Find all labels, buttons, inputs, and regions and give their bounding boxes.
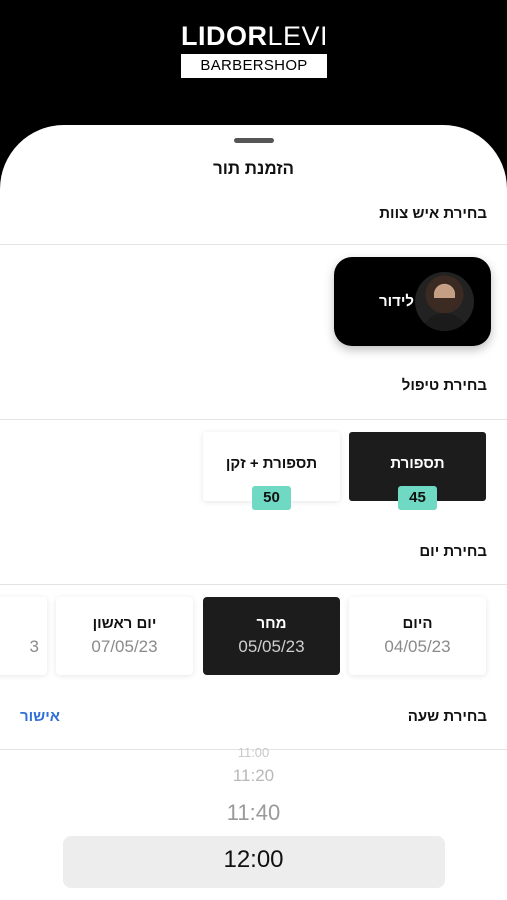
day-name: יום ראשון: [92, 615, 157, 632]
day-section-label: בחירת יום: [419, 543, 487, 560]
time-option[interactable]: 11:40: [0, 800, 507, 826]
booking-sheet: הזמנת תור בחירת איש צוות לידור בחירת טיפ…: [0, 125, 507, 900]
service-price-badge: 50: [252, 486, 291, 510]
brand-name: LIDORLEVI: [181, 21, 329, 51]
divider: [0, 584, 507, 585]
day-name: היום: [402, 615, 433, 632]
avatar: [415, 272, 474, 331]
brand-name-light: LEVI: [267, 21, 329, 51]
time-section-label: בחירת שעה: [407, 708, 487, 725]
time-option[interactable]: 11:20: [0, 766, 507, 786]
service-name: תספורת + זקן: [225, 455, 318, 472]
day-card-today[interactable]: היום 04/05/23: [349, 597, 486, 675]
day-name: מחר: [256, 615, 287, 632]
divider: [0, 419, 507, 420]
day-card-tomorrow[interactable]: מחר 05/05/23: [203, 597, 340, 675]
brand-logo: LIDORLEVI BARBERSHOP: [181, 21, 329, 78]
day-date: 3: [29, 637, 39, 656]
staff-name: לידור: [378, 293, 414, 310]
avatar-beard: [434, 298, 455, 312]
service-card-haircut-beard[interactable]: תספורת + זקן 50: [203, 432, 340, 510]
staff-section-label: בחירת איש צוות: [379, 205, 487, 222]
staff-card-lidor[interactable]: לידור: [334, 257, 491, 346]
service-card-haircut[interactable]: תספורת 45: [349, 432, 486, 510]
service-name: תספורת: [390, 455, 445, 472]
day-date: 07/05/23: [91, 637, 158, 656]
divider: [0, 244, 507, 245]
app-header: LIDORLEVI BARBERSHOP: [0, 0, 507, 125]
time-option-selected[interactable]: 12:00: [0, 846, 507, 874]
avatar-shirt: [421, 313, 468, 331]
day-card-sunday[interactable]: יום ראשון 07/05/23: [56, 597, 193, 675]
service-price-badge: 45: [398, 486, 437, 510]
brand-tagline: BARBERSHOP: [181, 54, 327, 78]
day-date: 04/05/23: [384, 637, 451, 656]
sheet-title: הזמנת תור: [212, 159, 295, 178]
day-date: 05/05/23: [238, 637, 305, 656]
confirm-button[interactable]: אישור: [20, 708, 60, 725]
service-section-label: בחירת טיפול: [401, 377, 487, 394]
time-option[interactable]: 11:00: [0, 747, 507, 757]
day-card-partial[interactable]: 3: [0, 597, 47, 675]
sheet-grabber[interactable]: [234, 138, 274, 143]
brand-name-bold: LIDOR: [181, 21, 268, 51]
